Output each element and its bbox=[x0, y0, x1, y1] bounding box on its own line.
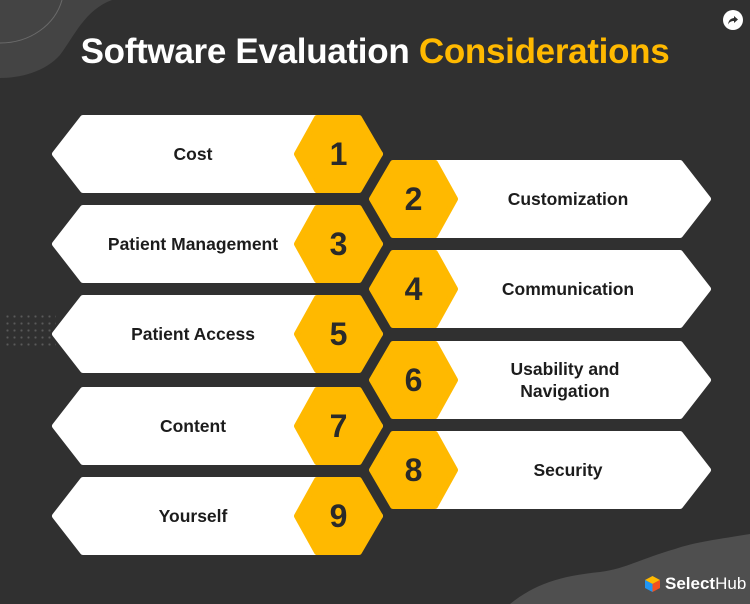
item-label: Yourself bbox=[158, 506, 228, 526]
consideration-item-8: 8 Security bbox=[369, 431, 711, 509]
item-label: Security bbox=[533, 460, 603, 480]
hex-number-badge: 1 bbox=[329, 135, 348, 172]
hex-number-badge: 4 bbox=[404, 270, 423, 307]
hex-number-badge: 2 bbox=[404, 180, 423, 217]
hex-number-badge: 5 bbox=[329, 315, 348, 352]
share-button[interactable] bbox=[723, 10, 743, 30]
title-accent: Considerations bbox=[418, 32, 670, 71]
item-label: Usability and Navigation bbox=[510, 359, 620, 401]
cube-icon bbox=[645, 576, 660, 592]
decorative-dot-grid bbox=[4, 313, 56, 347]
hex-number-badge: 6 bbox=[404, 361, 423, 398]
infographic: Software Evaluation Considerations Cost … bbox=[0, 0, 750, 604]
item-label: Patient Management bbox=[107, 234, 279, 254]
item-label: Cost bbox=[173, 144, 213, 164]
item-label: Customization bbox=[507, 189, 629, 209]
logo-wordmark: SelectHub bbox=[665, 574, 747, 593]
share-arrow-icon bbox=[728, 16, 738, 25]
hex-number-badge: 8 bbox=[404, 451, 423, 488]
item-label: Patient Access bbox=[131, 324, 255, 344]
consideration-item-6: 6 Usability and Navigation bbox=[369, 341, 711, 419]
consideration-item-1: Cost 1 bbox=[52, 115, 383, 193]
consideration-item-3: Patient Management 3 bbox=[52, 205, 383, 283]
item-label: Content bbox=[159, 416, 227, 436]
item-label: Communication bbox=[501, 279, 635, 299]
hex-number-badge: 9 bbox=[329, 497, 348, 534]
title-main: Software Evaluation bbox=[80, 32, 410, 71]
consideration-item-7: Content 7 bbox=[52, 387, 383, 465]
consideration-item-9: Yourself 9 bbox=[52, 477, 383, 555]
selecthub-logo: SelectHub bbox=[645, 574, 746, 594]
consideration-item-2: 2 Customization bbox=[369, 160, 711, 238]
hex-number-badge: 3 bbox=[329, 225, 348, 262]
consideration-item-5: Patient Access 5 bbox=[52, 295, 383, 373]
hex-number-badge: 7 bbox=[329, 407, 348, 444]
page-title: Software Evaluation Considerations bbox=[0, 32, 750, 72]
consideration-item-4: 4 Communication bbox=[369, 250, 711, 328]
